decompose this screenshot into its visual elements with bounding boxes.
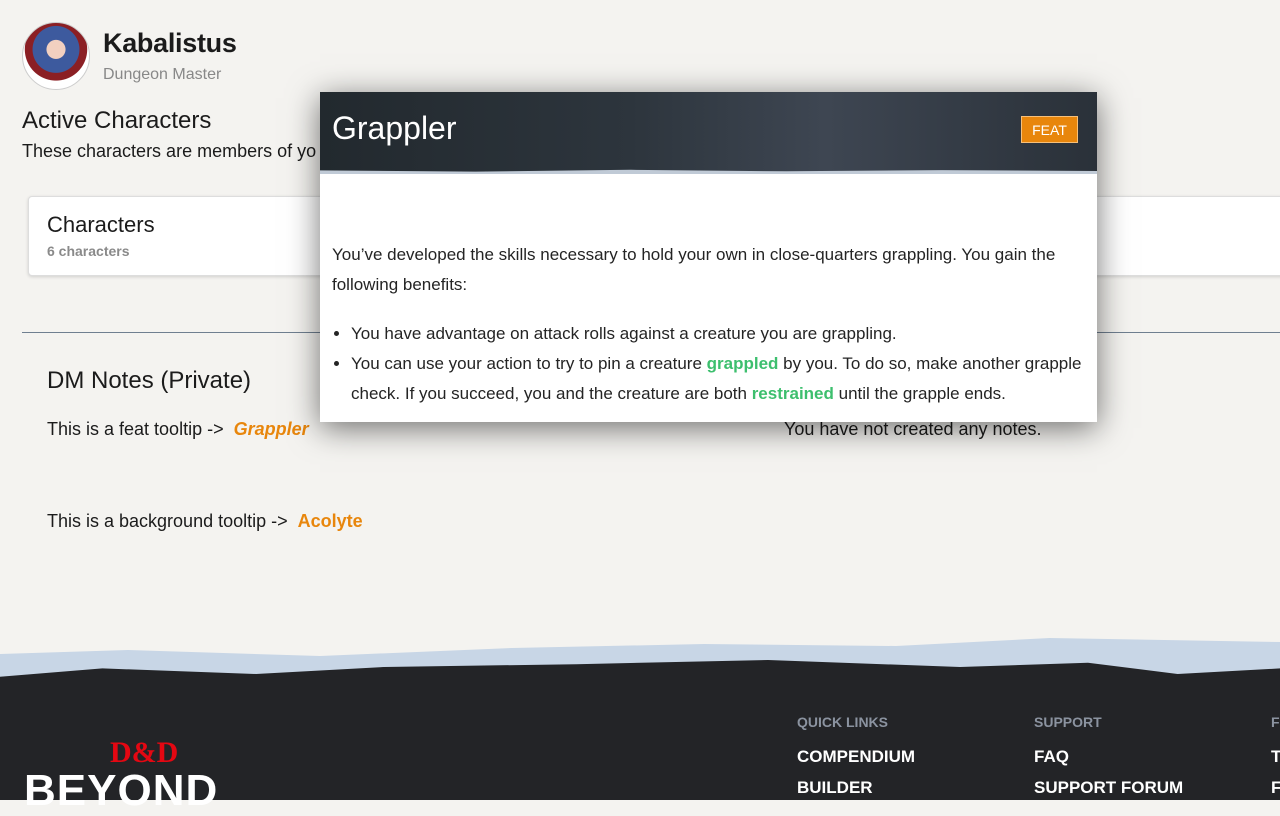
user-role: Dungeon Master xyxy=(103,66,222,83)
tooltip-body: You’ve developed the skills necessary to… xyxy=(332,240,1087,409)
grappled-keyword[interactable]: grappled xyxy=(707,354,779,373)
username: Kabalistus xyxy=(103,28,237,58)
footer-link-support-forum[interactable]: SUPPORT FORUM xyxy=(1034,778,1183,798)
footer-link-3a[interactable]: T xyxy=(1271,747,1280,767)
restrained-keyword[interactable]: restrained xyxy=(752,384,834,403)
acolyte-tooltip-link[interactable]: Acolyte xyxy=(298,511,363,531)
footer-link-builder[interactable]: BUILDER xyxy=(797,778,873,798)
tooltip-intro: You’ve developed the skills necessary to… xyxy=(332,245,1056,294)
no-notes-message: You have not created any notes. xyxy=(784,419,1042,439)
footer-heading-3: F xyxy=(1271,714,1280,730)
footer-link-faq[interactable]: FAQ xyxy=(1034,747,1069,767)
feat-note-text: This is a feat tooltip -> xyxy=(47,419,224,439)
characters-card-title: Characters xyxy=(47,212,155,237)
background-note-text: This is a background tooltip -> xyxy=(47,511,288,531)
characters-count: 6 characters xyxy=(47,243,130,259)
background-note: This is a background tooltip -> Acolyte xyxy=(47,511,363,532)
footer-heading-support: SUPPORT xyxy=(1034,714,1102,730)
footer-link-compendium[interactable]: COMPENDIUM xyxy=(797,747,915,767)
tooltip-title: Grappler xyxy=(332,110,457,146)
active-characters-subtitle: These characters are members of yo xyxy=(22,141,317,161)
grappler-tooltip-link[interactable]: Grappler xyxy=(234,419,309,439)
feat-tooltip-popup: Grappler FEAT You’ve developed the skill… xyxy=(320,92,1097,422)
feat-badge: FEAT xyxy=(1021,116,1078,143)
beyond-logo[interactable]: BEYOND xyxy=(24,766,218,816)
dm-notes-heading: DM Notes (Private) xyxy=(47,367,252,394)
benefit-text: You can use your action to try to pin a … xyxy=(351,354,707,373)
dnd-logo[interactable]: D&D xyxy=(110,736,178,770)
benefit-item: You can use your action to try to pin a … xyxy=(351,349,1087,409)
footer-link-3b[interactable]: F xyxy=(1271,778,1280,798)
footer-heading-quick-links: QUICK LINKS xyxy=(797,714,888,730)
feat-note: This is a feat tooltip -> Grappler xyxy=(47,419,309,440)
benefit-item: You have advantage on attack rolls again… xyxy=(351,319,1087,349)
avatar xyxy=(22,22,90,90)
active-characters-heading: Active Characters xyxy=(22,107,212,134)
benefit-text: until the grapple ends. xyxy=(833,384,1006,403)
